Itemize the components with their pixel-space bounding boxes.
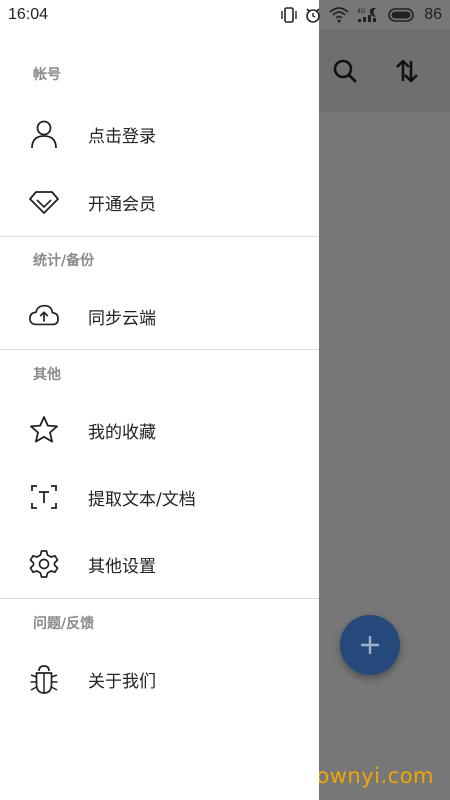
section-title-stats-backup: 统计/备份 [33,253,95,269]
status-bar: 16:04 4G 86 [0,0,450,30]
svg-text:4G: 4G [357,8,366,15]
plus-icon [361,636,379,654]
vibrate-icon [281,7,297,23]
alarm-icon [306,8,321,23]
user-icon [29,119,59,149]
section-divider [0,236,319,237]
section-title-other: 其他 [33,367,61,383]
menu-item-label: 我的收藏 [88,422,156,443]
menu-item-cloud-sync[interactable]: 同步云端 [0,288,319,344]
star-icon [29,415,59,445]
navigation-drawer: 帐号 点击登录 开通会员 统计/备份 同步云端 其他 我的收藏 提取文本/文档 … [0,0,319,800]
wifi-icon [329,7,349,23]
menu-item-label: 开通会员 [88,194,156,215]
menu-item-favorites[interactable]: 我的收藏 [0,402,319,458]
watermark: Downyi.com [299,764,434,788]
section-title-account: 帐号 [33,67,61,83]
battery-percent: 86 [424,6,442,23]
menu-item-label: 同步云端 [88,308,156,329]
section-divider [0,598,319,599]
menu-item-settings[interactable]: 其他设置 [0,536,319,592]
signal-icon: 4G [357,7,377,22]
status-time: 16:04 [8,6,49,23]
search-icon[interactable] [330,56,360,86]
menu-item-label: 提取文本/文档 [88,489,196,510]
menu-item-label: 点击登录 [88,126,156,147]
menu-item-login[interactable]: 点击登录 [0,106,319,162]
sort-icon[interactable] [392,56,422,86]
cloud-upload-icon [29,301,59,331]
section-divider [0,349,319,350]
bug-icon [29,664,59,694]
menu-item-membership[interactable]: 开通会员 [0,174,319,230]
diamond-icon [29,187,59,217]
add-fab-button[interactable] [340,615,400,675]
menu-item-label: 关于我们 [88,671,156,692]
section-title-feedback: 问题/反馈 [33,616,95,632]
battery-icon [388,8,415,22]
menu-item-label: 其他设置 [88,556,156,577]
status-icons: 4G 86 [280,0,442,30]
settings-icon [29,549,59,579]
text-scan-icon [29,482,59,512]
menu-item-about-us[interactable]: 关于我们 [0,651,319,707]
menu-item-extract-text[interactable]: 提取文本/文档 [0,469,319,525]
